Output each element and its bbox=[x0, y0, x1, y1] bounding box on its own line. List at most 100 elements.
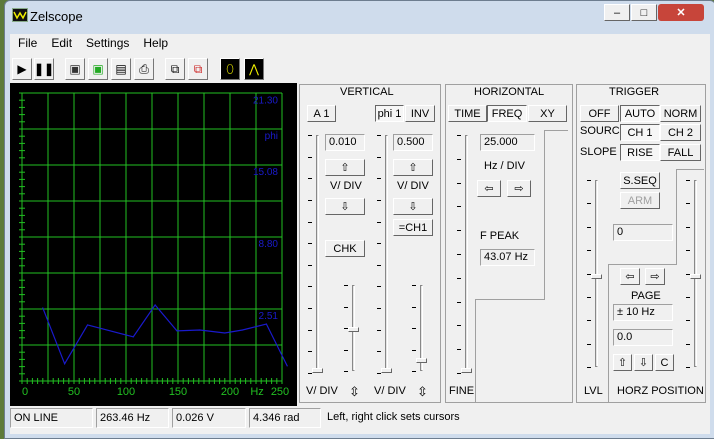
status-message: Left, right click sets cursors bbox=[327, 411, 460, 423]
hz-per-div-label: Hz / DIV bbox=[484, 160, 525, 172]
x-tick-label: 0 bbox=[22, 386, 28, 398]
status-bar: ON LINE 263.46 Hz 0.026 V 4.346 rad Left… bbox=[10, 408, 710, 430]
scope-background bbox=[10, 83, 297, 406]
ch1-vdiv-up-button[interactable]: ⇧ bbox=[325, 159, 365, 176]
ch1-vdiv-down-button[interactable]: ⇩ bbox=[325, 198, 365, 215]
ch2-vdiv-field[interactable]: 0.500 bbox=[393, 134, 433, 151]
fine-slider-thumb[interactable] bbox=[461, 368, 472, 373]
menu-settings[interactable]: Settings bbox=[86, 36, 129, 50]
trigger-off-button[interactable]: OFF bbox=[580, 105, 619, 122]
invert-button[interactable]: INV bbox=[405, 105, 435, 122]
spectrum-mode-icon[interactable]: ⋀ bbox=[244, 58, 264, 80]
save-trace-icon[interactable]: ▣ bbox=[88, 58, 108, 80]
ch2-position-icon: ⇳ bbox=[417, 384, 428, 399]
scope-display[interactable]: 21.30 phi 15.08 8.80 2.51 0 50 100 150 200 Hz 250 bbox=[10, 83, 297, 406]
page-right-button[interactable]: ⇨ bbox=[645, 268, 665, 285]
close-button[interactable]: ✕ bbox=[658, 4, 704, 21]
copy-icon[interactable]: ⧉ bbox=[165, 58, 185, 80]
slider-tick bbox=[377, 135, 381, 136]
ch2-vdiv-slider-track[interactable] bbox=[385, 135, 388, 373]
slider-tick bbox=[377, 199, 381, 201]
ch1-vdiv-slider-track[interactable] bbox=[316, 135, 319, 373]
xy-mode-icon[interactable]: ⬯ bbox=[220, 58, 240, 80]
save-settings-icon[interactable]: ▤ bbox=[111, 58, 131, 80]
ch2-vdiv-slider-thumb[interactable] bbox=[381, 368, 392, 373]
slider-tick bbox=[308, 156, 312, 158]
tab-time[interactable]: TIME bbox=[448, 105, 487, 122]
slider-tick bbox=[377, 286, 381, 288]
slider-tick bbox=[457, 349, 461, 351]
trigger-level-slider-thumb[interactable] bbox=[591, 274, 602, 279]
horz-position-field[interactable]: 0.0 bbox=[613, 329, 673, 346]
ch1-input-button[interactable]: A 1 bbox=[307, 105, 336, 122]
slider-tick bbox=[686, 250, 690, 252]
ch2-input-button[interactable]: phi 1 bbox=[375, 105, 404, 122]
trace-point bbox=[154, 304, 156, 306]
slope-rise-button[interactable]: RISE bbox=[620, 144, 660, 161]
slider-tick bbox=[686, 343, 690, 345]
y-tick-label: 8.80 bbox=[259, 239, 279, 250]
slider-tick bbox=[308, 243, 312, 245]
fine-slider-track[interactable] bbox=[465, 135, 468, 373]
single-sequence-button[interactable]: S.SEQ bbox=[620, 172, 660, 189]
menu-help[interactable]: Help bbox=[143, 36, 168, 50]
horizontal-title: HORIZONTAL bbox=[474, 86, 545, 98]
status-cursor-phase: 4.346 rad bbox=[249, 408, 321, 428]
slider-tick bbox=[308, 178, 312, 180]
slider-tick bbox=[587, 180, 591, 181]
ch2-vdiv-label: V/ DIV bbox=[397, 180, 429, 192]
slope-fall-button[interactable]: FALL bbox=[660, 144, 701, 161]
trace-point bbox=[199, 329, 201, 331]
slider-tick bbox=[457, 301, 461, 303]
position-up-button[interactable]: ⇧ bbox=[613, 354, 632, 371]
minimize-button[interactable]: – bbox=[604, 4, 630, 21]
print-icon[interactable]: ⎙ bbox=[134, 58, 154, 80]
trigger-norm-button[interactable]: NORM bbox=[660, 105, 701, 122]
slider-tick bbox=[377, 156, 381, 158]
window-title: Zelscope bbox=[30, 9, 83, 24]
slider-tick bbox=[377, 329, 381, 331]
source-ch2-button[interactable]: CH 2 bbox=[660, 124, 701, 141]
menu-edit[interactable]: Edit bbox=[51, 36, 72, 50]
position-down-button[interactable]: ⇩ bbox=[634, 354, 653, 371]
ch1-vdiv-slider-thumb[interactable] bbox=[312, 368, 323, 373]
ch1-position-slider-thumb[interactable] bbox=[348, 327, 359, 332]
hz-div-decrease-button[interactable]: ⇦ bbox=[477, 180, 501, 197]
check-button[interactable]: CHK bbox=[325, 240, 365, 257]
menu-file[interactable]: File bbox=[18, 36, 37, 50]
x-tick-label: 200 bbox=[221, 386, 239, 398]
slider-tick bbox=[308, 264, 312, 266]
ch2-position-slider-thumb[interactable] bbox=[416, 358, 427, 363]
maximize-button[interactable]: □ bbox=[631, 4, 657, 21]
slope-label: SLOPE bbox=[580, 146, 617, 158]
arm-button[interactable]: ARM bbox=[620, 192, 660, 209]
save-icon[interactable]: ▣ bbox=[65, 58, 85, 80]
hz-div-increase-button[interactable]: ⇨ bbox=[507, 180, 531, 197]
slider-tick bbox=[377, 178, 381, 180]
page-left-button[interactable]: ⇦ bbox=[620, 268, 640, 285]
page-label: PAGE bbox=[631, 290, 661, 302]
page-field[interactable]: ± 10 Hz bbox=[613, 304, 673, 321]
tab-xy[interactable]: XY bbox=[528, 105, 567, 122]
hz-per-div-field[interactable]: 25.000 bbox=[480, 134, 535, 151]
horz-position-slider-thumb[interactable] bbox=[690, 274, 701, 279]
position-center-button[interactable]: C bbox=[655, 354, 674, 371]
slider-tick bbox=[587, 367, 591, 368]
trigger-auto-button[interactable]: AUTO bbox=[620, 105, 660, 122]
ch2-vdiv-slider-label: V/ DIV bbox=[374, 385, 406, 397]
ch2-vdiv-down-button[interactable]: ⇩ bbox=[393, 198, 433, 215]
source-ch1-button[interactable]: CH 1 bbox=[620, 124, 660, 141]
trigger-level-field[interactable]: 0 bbox=[613, 224, 673, 241]
play-button[interactable]: ▶ bbox=[12, 58, 32, 80]
ch1-vdiv-field[interactable]: 0.010 bbox=[325, 134, 365, 151]
slider-tick bbox=[308, 286, 312, 288]
status-cursor-voltage: 0.026 V bbox=[172, 408, 246, 428]
pause-button[interactable]: ❚❚ bbox=[34, 58, 54, 80]
trace-point bbox=[42, 307, 44, 309]
slider-tick bbox=[412, 306, 416, 308]
copy-trace-icon[interactable]: ⧉ bbox=[188, 58, 208, 80]
tab-freq[interactable]: FREQ bbox=[487, 105, 527, 122]
ch2-vdiv-up-button[interactable]: ⇧ bbox=[393, 159, 433, 176]
equal-ch1-button[interactable]: =CH1 bbox=[393, 219, 433, 236]
slider-tick bbox=[308, 308, 312, 310]
